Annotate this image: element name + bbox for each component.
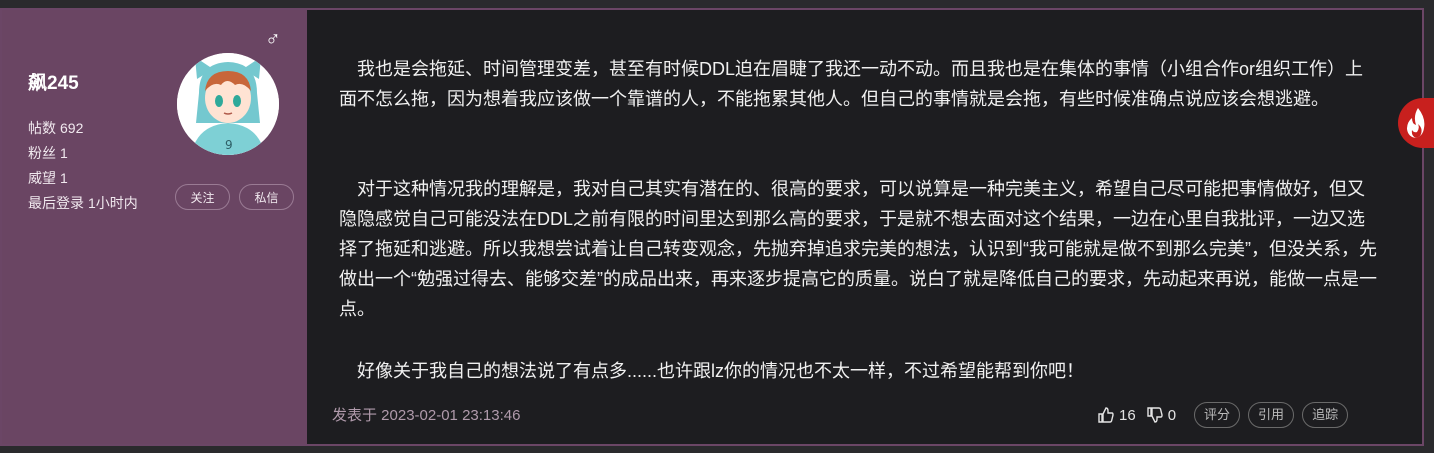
rate-button[interactable]: 评分 [1194,402,1241,428]
thumbs-up-icon[interactable] [1097,406,1115,424]
post-paragraph: 我也是会拖延、时间管理变差，甚至有时候DDL迫在眉睫了我还一动不动。而且我也是在… [339,59,1364,109]
stat-fans: 粉丝 1 [28,145,68,161]
follow-button[interactable]: 关注 [175,184,230,210]
avatar[interactable]: 9 [177,53,279,155]
fire-icon [1407,108,1425,138]
quote-button[interactable]: 引用 [1248,402,1295,428]
svg-text:9: 9 [225,138,233,152]
post-timestamp: 发表于 2023-02-01 23:13:46 [332,407,521,424]
post-actions: 16 0 评分 引用 追踪 [1097,402,1349,428]
thumbs-down-icon[interactable] [1146,406,1164,424]
stat-last-login: 最后登录 1小时内 [28,195,138,211]
user-stats: 帖数 692 粉丝 1 威望 1 最后登录 1小时内 [28,116,142,216]
post-paragraph: 对于这种情况我的理解是，我对自己其实有潜在的、很高的要求，可以说算是一种完美主义… [339,179,1377,319]
post-paragraph: 好像关于我自己的想法说了有点多......也许跟lz你的情况也不太一样，不过希望… [339,361,1085,381]
user-sidebar: 飙245 ♂ 9 帖数 692 粉丝 1 威望 1 最后登录 1小时内 关注 私… [2,10,307,444]
message-button[interactable]: 私信 [239,184,294,210]
post-content: 我也是会拖延、时间管理变差，甚至有时候DDL迫在眉睫了我还一动不动。而且我也是在… [307,10,1422,444]
avatar-image: 9 [177,53,279,155]
hot-button[interactable] [1398,98,1434,148]
stat-posts: 帖数 692 [28,120,84,136]
dislike-count: 0 [1167,406,1177,424]
male-icon: ♂ [265,28,281,51]
username[interactable]: 飙245 [28,68,79,95]
post-card: 飙245 ♂ 9 帖数 692 粉丝 1 威望 1 最后登录 1小时内 关注 私… [0,8,1424,446]
track-button[interactable]: 追踪 [1302,402,1349,428]
like-count: 16 [1119,406,1136,424]
stat-reputation: 威望 1 [28,170,68,186]
